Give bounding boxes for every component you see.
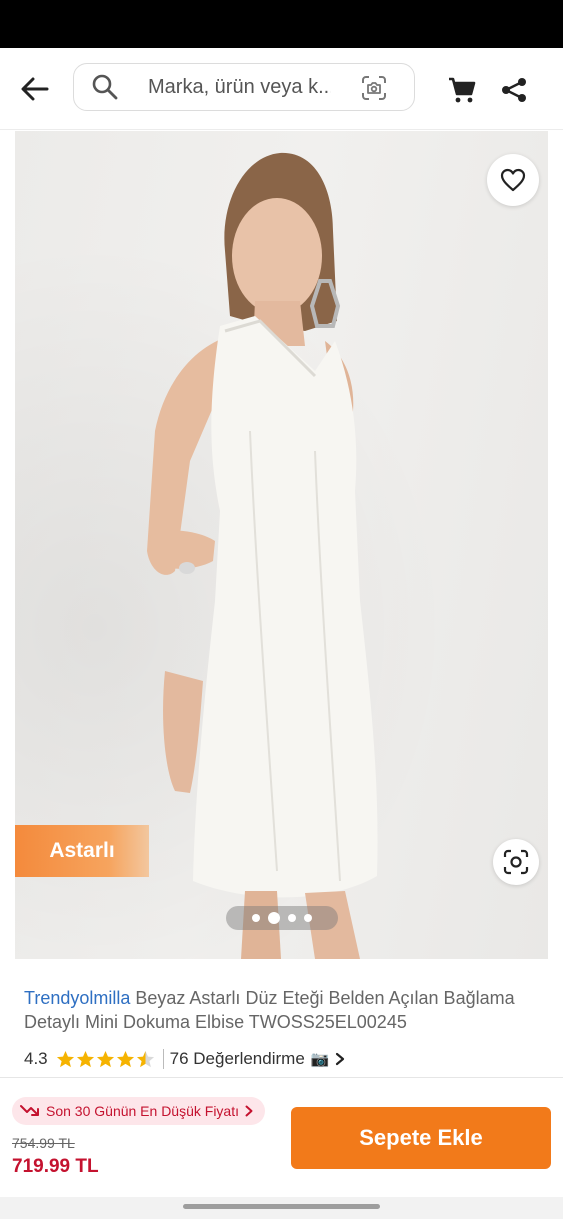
search-bar[interactable] [73, 63, 415, 111]
cart-button[interactable] [444, 72, 480, 108]
home-gesture-handle[interactable] [183, 1204, 380, 1209]
product-image-gallery[interactable]: Astarlı [15, 131, 548, 959]
lowest-price-label: Son 30 Günün En Düşük Fiyatı [46, 1103, 239, 1119]
product-title: Trendyolmilla Beyaz Astarlı Düz Eteği Be… [24, 986, 544, 1034]
rating-stars [56, 1050, 155, 1069]
visual-search-icon [503, 849, 529, 875]
pager-dot[interactable] [304, 914, 312, 922]
share-button[interactable] [496, 72, 532, 108]
navigation-bar [0, 1197, 563, 1219]
star-icon [76, 1050, 94, 1067]
back-arrow-icon [21, 77, 49, 101]
current-price: 719.99 TL [12, 1156, 99, 1177]
share-icon [502, 78, 526, 102]
back-button[interactable] [14, 70, 56, 108]
reviews-count: 76 Değerlendirme [169, 1049, 305, 1068]
old-price: 754.99 TL [12, 1135, 75, 1151]
star-icon [56, 1050, 74, 1067]
chevron-right-icon [336, 1052, 345, 1066]
lined-badge: Astarlı [15, 825, 149, 877]
visual-search-button[interactable] [493, 839, 539, 885]
search-input[interactable] [126, 75, 331, 99]
image-pager [226, 906, 338, 930]
rating-row: 4.3 76 Değerlendirme 📷 [24, 1048, 345, 1070]
camera-icon: 📷 [310, 1051, 330, 1068]
pager-dot-active[interactable] [268, 912, 280, 924]
heart-icon [500, 168, 526, 192]
pager-dot[interactable] [288, 914, 296, 922]
lowest-price-badge[interactable]: Son 30 Günün En Düşük Fiyatı [12, 1097, 265, 1125]
brand-link[interactable]: Trendyolmilla [24, 988, 130, 1008]
star-icon [116, 1050, 134, 1067]
half-star-icon [136, 1050, 154, 1067]
star-icon [96, 1050, 114, 1067]
status-bar [0, 0, 563, 48]
cart-icon [449, 77, 476, 103]
rating-value: 4.3 [24, 1049, 48, 1068]
top-bar [0, 48, 563, 130]
rating-divider [162, 1049, 164, 1069]
product-info: Trendyolmilla Beyaz Astarlı Düz Eteği Be… [0, 960, 563, 1078]
trend-down-icon [20, 1105, 39, 1116]
pager-dot[interactable] [252, 914, 260, 922]
chevron-right-icon [245, 1105, 253, 1117]
purchase-bar: Son 30 Günün En Düşük Fiyatı 754.99 TL 7… [0, 1079, 563, 1197]
search-icon [74, 64, 126, 110]
add-to-cart-button[interactable]: Sepete Ekle [291, 1107, 551, 1169]
favorite-button[interactable] [487, 154, 539, 206]
camera-search-icon[interactable] [360, 74, 388, 102]
reviews-link[interactable]: 76 Değerlendirme 📷 [170, 1049, 346, 1069]
